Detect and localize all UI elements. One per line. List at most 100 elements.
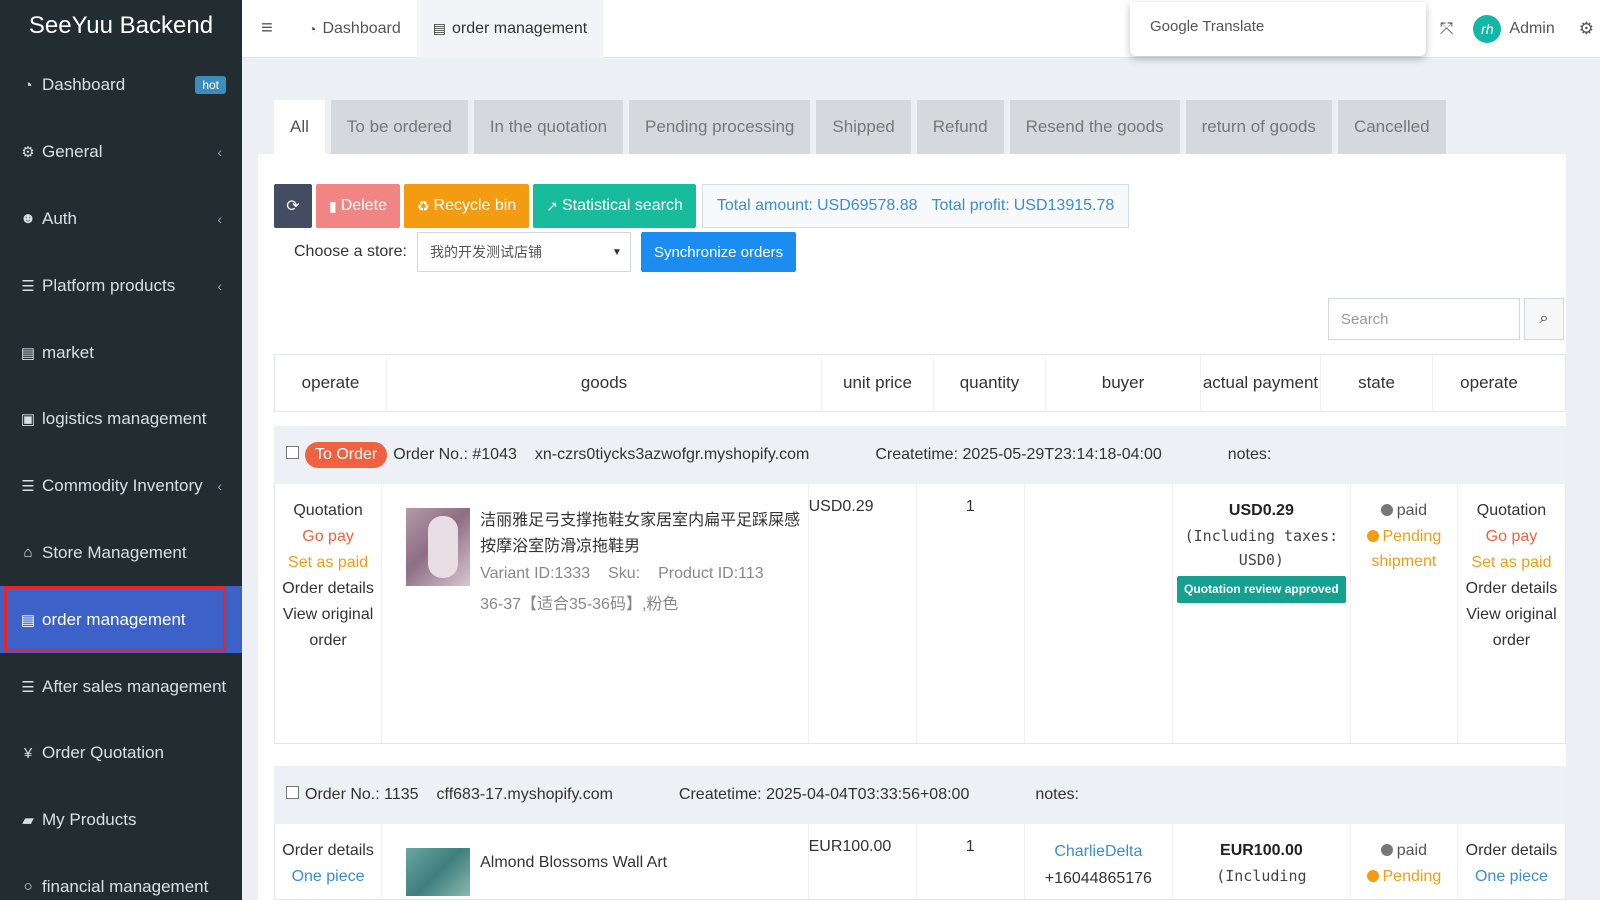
state-paid-label: paid (1396, 842, 1427, 859)
status-tab-to-be-ordered[interactable]: To be ordered (330, 100, 468, 154)
status-tab-resend[interactable]: Resend the goods (1009, 100, 1180, 154)
status-tab-pending-processing[interactable]: Pending processing (629, 100, 811, 154)
buyer-phone: +16044865176 (1044, 870, 1152, 888)
column-header: actual payment (1201, 355, 1321, 411)
sidebar-item-general[interactable]: ⚙ General ‹ (0, 119, 242, 186)
goods-cell: 洁丽雅足弓支撑拖鞋女家居室内扁平足踩屎感按摩浴室防滑凉拖鞋男 Variant I… (382, 484, 809, 743)
sidebar-menu: ◔ Dashboard hot ⚙ General ‹ ☻ Auth ‹ ☰ P… (0, 52, 242, 900)
sidebar-item-order-quotation[interactable]: ¥ Order Quotation (0, 720, 242, 787)
view-original-order-link[interactable]: View original order (1458, 602, 1565, 654)
status-tab-in-quotation[interactable]: In the quotation (473, 100, 624, 154)
table-header: operate goods unit price quantity buyer … (274, 354, 1566, 412)
store-label: Choose a store: (294, 243, 407, 260)
buyer (1025, 484, 1173, 743)
actual-payment: EUR100.00 (Including (1173, 824, 1351, 899)
chevron-left-icon: ‹ (217, 277, 222, 294)
sidebar-item-commodity-inventory[interactable]: ☰ Commodity Inventory ‹ (0, 453, 242, 520)
order-operations-right: Quotation Go pay Set as paid Order detai… (1458, 484, 1565, 743)
column-header: state (1321, 355, 1433, 411)
status-tab-shipped[interactable]: Shipped (816, 100, 911, 154)
total-amount-value: USD69578.88 (816, 197, 918, 214)
search-input[interactable]: Search (1328, 298, 1520, 340)
sidebar-item-dashboard[interactable]: ◔ Dashboard hot (0, 52, 242, 119)
product-thumbnail[interactable] (406, 508, 471, 586)
status-tab-return[interactable]: return of goods (1185, 100, 1332, 154)
chevron-left-icon: ‹ (217, 144, 222, 161)
search-button[interactable]: ⌕ (1524, 298, 1564, 340)
column-header: unit price (822, 355, 934, 411)
goods-info: 洁丽雅足弓支撑拖鞋女家居室内扁平足踩屎感按摩浴室防滑凉拖鞋男 Variant I… (480, 508, 808, 743)
order-details-link[interactable]: Order details (275, 576, 381, 602)
state-paid-label: paid (1396, 502, 1427, 519)
google-translate-popup[interactable]: Google Translate (1130, 2, 1426, 56)
order-checkbox[interactable] (286, 445, 299, 459)
tab-dashboard[interactable]: ◔ Dashboard (292, 0, 417, 58)
order-details-link[interactable]: Order details (1458, 576, 1565, 602)
set-as-paid-link[interactable]: Set as paid (1458, 550, 1565, 576)
variant-id: Variant ID:1333 (480, 565, 591, 583)
store-row: Choose a store: 我的开发测试店铺 ▼ Synchronize o… (294, 230, 800, 274)
set-as-paid-link[interactable]: Set as paid (275, 550, 381, 576)
caret-down-icon: ▼ (612, 246, 622, 258)
statistical-search-button[interactable]: ↗ Statistical search (533, 184, 696, 228)
recycle-bin-button[interactable]: ♻ Recycle bin (403, 184, 530, 228)
order-details-link[interactable]: Order details (275, 838, 381, 864)
one-piece-link[interactable]: One piece (1458, 864, 1565, 890)
sidebar-item-label: Order Quotation (42, 743, 164, 763)
total-amount-label: Total amount: (716, 197, 813, 214)
one-piece-link[interactable]: One piece (275, 864, 381, 890)
main-content: All To be ordered In the quotation Pendi… (258, 74, 1566, 900)
sidebar-item-store-management[interactable]: ⌂ Store Management (0, 520, 242, 587)
sidebar-item-logistics[interactable]: ▣ logistics management (0, 386, 242, 453)
sidebar-item-after-sales[interactable]: ☰ After sales management ‹ (0, 653, 242, 720)
avatar[interactable]: rh (1473, 15, 1502, 43)
view-original-order-link[interactable]: View original order (275, 602, 381, 654)
chevron-left-icon: ‹ (217, 678, 222, 695)
order-row: Quotation Go pay Set as paid Order detai… (274, 484, 1566, 744)
order-row: Order details One piece Almond Blossoms … (274, 824, 1566, 900)
order-state: paid Pending (1351, 824, 1458, 899)
quotation-link[interactable]: Quotation (275, 498, 381, 524)
recycle-icon: ♻ (416, 197, 430, 214)
order-details-link[interactable]: Order details (1458, 838, 1565, 864)
sidebar-item-auth[interactable]: ☻ Auth ‹ (0, 186, 242, 253)
fullscreen-icon[interactable]: ⤧ (1440, 19, 1454, 39)
status-tab-cancelled[interactable]: Cancelled (1337, 100, 1446, 154)
status-tab-all[interactable]: All (274, 100, 325, 154)
chevron-left-icon: ‹ (217, 478, 222, 495)
quotation-link[interactable]: Quotation (1458, 498, 1565, 524)
total-profit-label: Total profit: (931, 197, 1010, 214)
total-profit-value: USD13915.78 (1013, 197, 1115, 214)
synchronize-orders-button[interactable]: Synchronize orders (640, 232, 797, 272)
sidebar-item-financial-management[interactable]: ○ financial management (0, 854, 242, 900)
store-select[interactable]: 我的开发测试店铺 ▼ (416, 232, 631, 272)
order-checkbox[interactable] (286, 785, 299, 799)
sidebar-item-label: order management (42, 609, 186, 629)
tab-order-management[interactable]: ▤ order management (416, 0, 604, 58)
go-pay-link[interactable]: Go pay (275, 524, 381, 550)
delete-button[interactable]: ▮ Delete (316, 184, 400, 228)
to-order-badge[interactable]: To Order (305, 442, 388, 468)
go-pay-link[interactable]: Go pay (1458, 524, 1565, 550)
sidebar-item-my-products[interactable]: ▰ My Products (0, 787, 242, 854)
hot-badge: hot (195, 76, 226, 95)
sidebar-item-order-management[interactable]: ▤ order management (0, 586, 242, 654)
unit-price: USD0.29 (809, 484, 917, 743)
product-thumbnail[interactable] (406, 848, 471, 896)
user-name[interactable]: Admin (1509, 20, 1554, 38)
brand-logo[interactable]: SeeYuu Backend (0, 0, 242, 52)
order-number: Order No.: #1043 (393, 446, 517, 463)
refresh-button[interactable]: ⟳ (274, 184, 312, 228)
buyer-name-link[interactable]: CharlieDelta (1025, 838, 1172, 865)
status-tabs: All To be ordered In the quotation Pendi… (258, 74, 1566, 154)
order-header: To Order Order No.: #1043 xn-czrs0tiycks… (274, 426, 1566, 484)
menu-toggle-icon[interactable]: ≡ (242, 17, 292, 40)
sidebar-item-market[interactable]: ▤ market (0, 319, 242, 386)
sidebar-item-platform-products[interactable]: ☰ Platform products ‹ (0, 252, 242, 319)
gears-icon: ⚙ (21, 144, 35, 162)
tab-label: order management (451, 19, 588, 37)
status-tab-refund[interactable]: Refund (916, 100, 1004, 154)
gears-icon[interactable]: ⚙ (1579, 19, 1594, 39)
payment-amount: EUR100.00 (1220, 842, 1303, 859)
sidebar-item-label: Auth (42, 208, 77, 228)
